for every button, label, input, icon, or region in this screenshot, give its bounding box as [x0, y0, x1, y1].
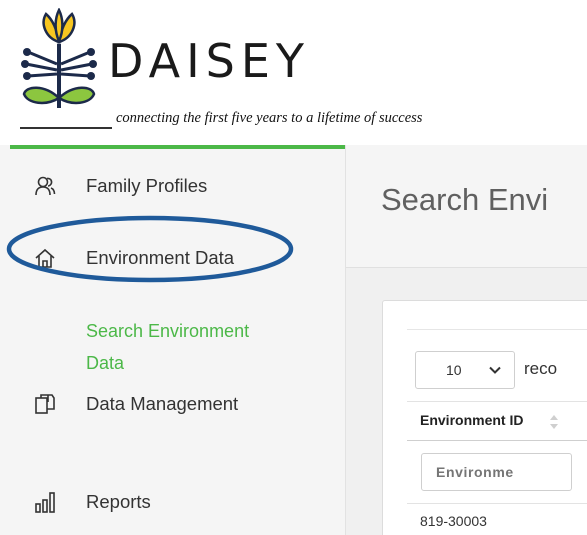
- copy-docs-icon: [35, 394, 55, 414]
- sidebar-subitem-search-environment-data[interactable]: Search Environment Data: [86, 315, 249, 379]
- sort-icon: [550, 415, 558, 429]
- sidebar-item-label: Family Profiles: [86, 175, 208, 196]
- sidebar-item-label: Reports: [86, 491, 151, 512]
- sidebar-item-data-management[interactable]: Data Management: [0, 391, 345, 417]
- column-header-label: Environment ID: [420, 412, 524, 428]
- sidebar-accent-bar: [10, 145, 347, 149]
- highlight-ellipse-annotation: [6, 215, 294, 283]
- search-results-card: 10 reco Environment ID 819-30003: [382, 300, 587, 535]
- filter-divider: [407, 503, 587, 504]
- bar-chart-icon: [35, 492, 55, 513]
- tagline-rule: [20, 127, 112, 129]
- records-label: reco: [524, 359, 558, 378]
- main-content: Search Envi 10 reco Environment ID 819-3…: [345, 145, 587, 535]
- sidebar-item-label: Data Management: [86, 393, 239, 414]
- brand-tagline: connecting the first five years to a lif…: [116, 110, 423, 126]
- page-title-bar: Search Envi: [346, 145, 587, 268]
- brand-name: DAISEY: [108, 34, 311, 88]
- page-title: Search Envi: [381, 182, 549, 217]
- sidebar-item-reports[interactable]: Reports: [0, 489, 345, 515]
- sidebar-item-family-profiles[interactable]: Family Profiles: [0, 173, 345, 199]
- header: DAISEY connecting the first five years t…: [0, 0, 587, 145]
- daisey-logo-icon: [21, 8, 97, 108]
- page-length-value: 10: [446, 362, 462, 378]
- subitem-label-line2: Data: [86, 353, 125, 373]
- sidebar: Family Profiles Environment Data Search …: [0, 145, 347, 535]
- column-header-environment-id[interactable]: Environment ID: [407, 401, 587, 441]
- table-row-environment-id[interactable]: 819-30003: [420, 513, 487, 529]
- page-length-select[interactable]: 10: [415, 351, 515, 389]
- card-divider: [407, 329, 587, 330]
- chevron-down-icon: [489, 366, 501, 374]
- environment-id-filter-input[interactable]: [421, 453, 572, 491]
- people-icon: [35, 176, 56, 196]
- subitem-label-line1: Search Environment: [86, 321, 250, 341]
